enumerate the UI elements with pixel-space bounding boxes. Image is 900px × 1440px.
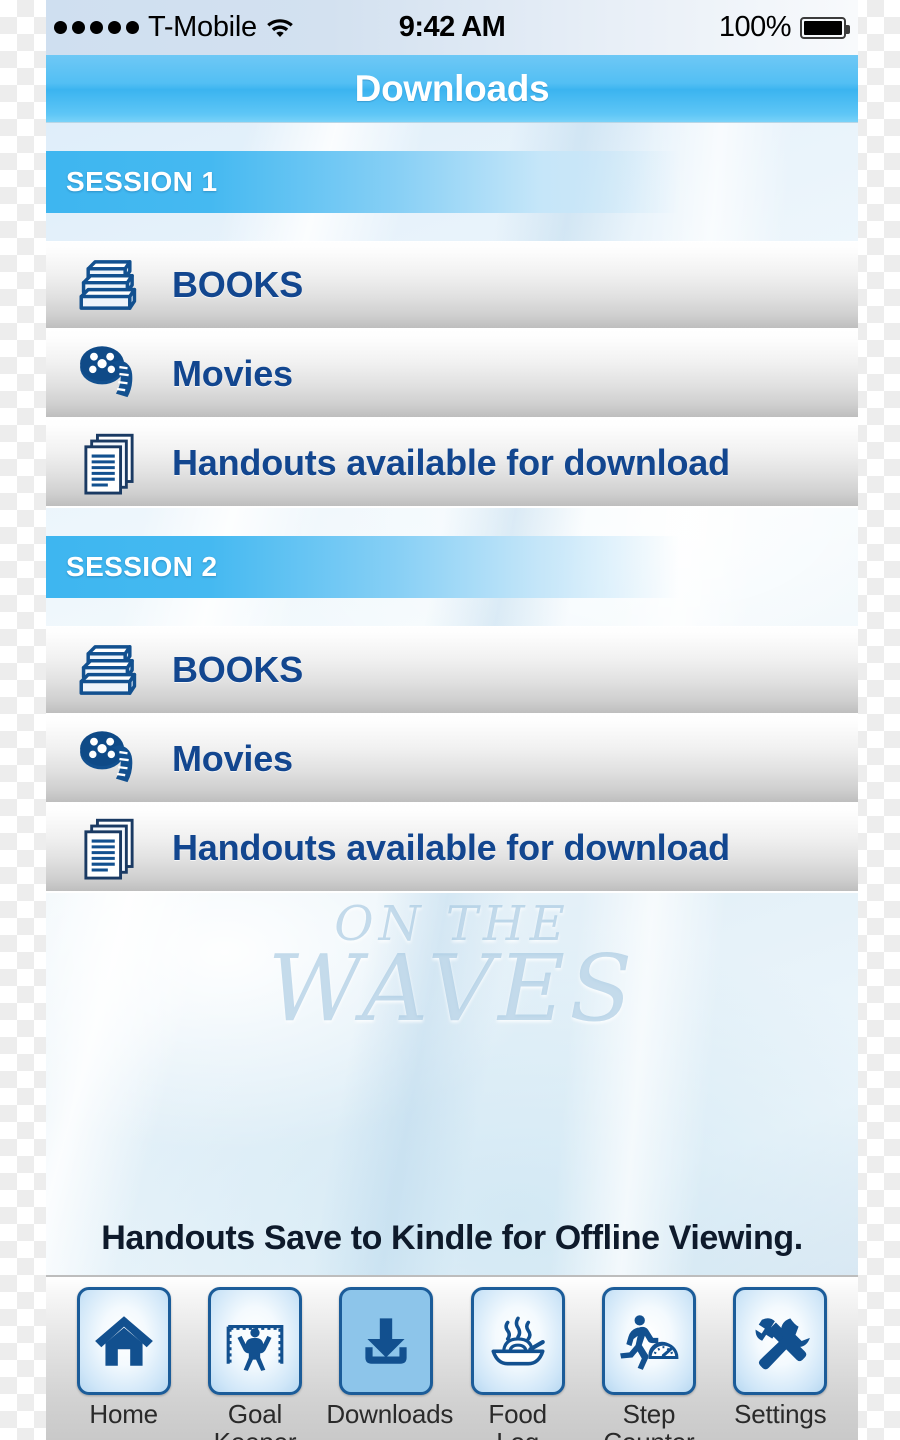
list-item[interactable]: Handouts available for download — [46, 419, 858, 508]
list-item-label: BOOKS — [172, 648, 304, 690]
section-header-label: SESSION 1 — [66, 166, 218, 197]
list-item[interactable]: Movies — [46, 330, 858, 419]
tab-food-log[interactable]: Food Log — [452, 1287, 583, 1440]
list-item-label: BOOKS — [172, 263, 304, 305]
watermark-line-2: WAVES — [267, 935, 637, 1043]
navigation-bar: Downloads — [46, 55, 858, 123]
list-item[interactable]: BOOKS — [46, 626, 858, 715]
section-header-2: SESSION 2 — [46, 536, 858, 598]
tab-settings[interactable]: Settings — [715, 1287, 846, 1429]
battery-full-icon — [800, 16, 850, 39]
list-item[interactable]: Movies — [46, 715, 858, 804]
film-reel-icon — [46, 722, 172, 796]
branding-watermark-area: ON THE WAVES — [46, 893, 858, 1211]
list-item-label: Movies — [172, 352, 293, 394]
list-item[interactable]: Handouts available for download — [46, 804, 858, 893]
status-bar: T-Mobile 9:42 AM 100% — [46, 0, 858, 55]
status-bar-right: 100% — [718, 11, 850, 44]
film-reel-icon — [46, 337, 172, 411]
tab-label: Home — [89, 1399, 158, 1429]
list-item[interactable]: BOOKS — [46, 241, 858, 330]
tab-label: Settings — [734, 1399, 827, 1429]
tab-label: Goal Keeper — [214, 1399, 297, 1440]
content-area: SESSION 1 BOOKS Movies Handouts availabl… — [46, 123, 858, 1275]
status-bar-left: T-Mobile — [54, 11, 294, 44]
list-item-label: Movies — [172, 737, 293, 779]
phone-screen: T-Mobile 9:42 AM 100% Downloads SESSION … — [46, 0, 858, 1440]
wifi-icon — [266, 17, 294, 38]
tab-home[interactable]: Home — [58, 1287, 189, 1429]
list-item-label: Handouts available for download — [172, 441, 730, 483]
page-title: Downloads — [354, 67, 550, 109]
carrier-label: T-Mobile — [148, 11, 257, 43]
tab-label: Food Log — [488, 1399, 547, 1440]
signal-strength-dots — [54, 21, 139, 34]
documents-icon — [46, 811, 172, 885]
tab-step-counter[interactable]: Step Counter — [583, 1287, 714, 1440]
books-icon — [46, 633, 172, 707]
section-header-1: SESSION 1 — [46, 151, 858, 213]
section-header-label: SESSION 2 — [66, 551, 218, 582]
tab-bar: Home Goal Keeper Downloads — [46, 1275, 858, 1440]
food-bowl-icon — [470, 1287, 565, 1395]
brand-watermark: ON THE WAVES — [267, 900, 637, 1043]
battery-percent-label: 100% — [718, 11, 792, 43]
tab-label: Downloads — [326, 1399, 454, 1429]
documents-icon — [46, 426, 172, 500]
tab-goal-keeper[interactable]: Goal Keeper — [189, 1287, 320, 1440]
tab-label: Step Counter — [603, 1399, 694, 1440]
footer-note: Handouts Save to Kindle for Offline View… — [101, 1219, 803, 1257]
tools-icon — [733, 1287, 828, 1395]
download-icon — [339, 1287, 434, 1395]
list-item-label: Handouts available for download — [172, 826, 730, 868]
goalkeeper-icon — [207, 1287, 302, 1395]
home-icon — [76, 1287, 171, 1395]
runner-gauge-icon — [601, 1287, 696, 1395]
tab-downloads[interactable]: Downloads — [321, 1287, 454, 1429]
books-icon — [46, 248, 172, 322]
